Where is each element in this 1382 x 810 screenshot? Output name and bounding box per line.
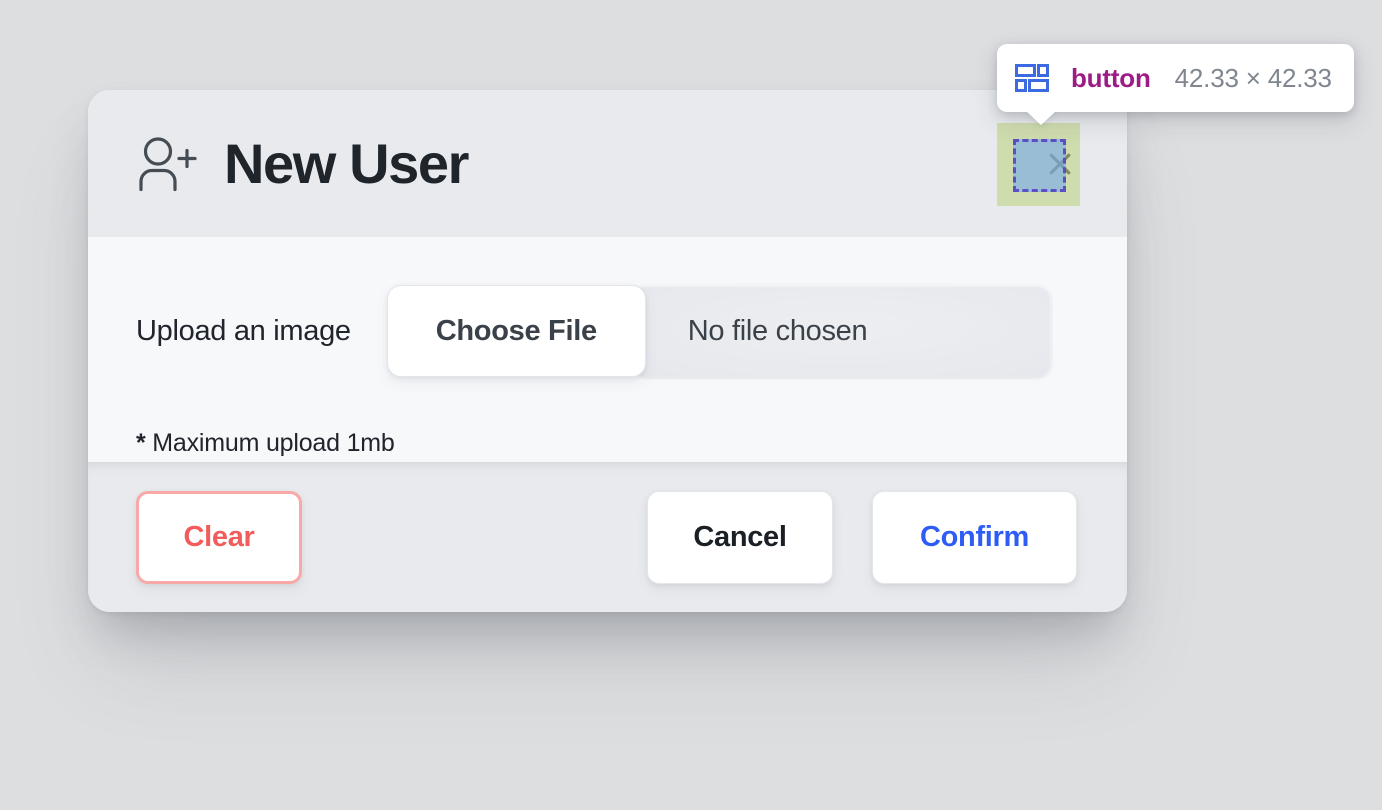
cancel-button[interactable]: Cancel	[647, 490, 833, 584]
upload-note-asterisk: *	[136, 429, 146, 457]
upload-note-text: Maximum upload 1mb	[145, 429, 395, 457]
clear-button[interactable]: Clear	[136, 490, 302, 584]
modal-header: New User	[88, 90, 1127, 237]
user-plus-icon	[139, 136, 197, 191]
close-button[interactable]	[1039, 143, 1081, 185]
new-user-modal: New User Upload an image Choose File No …	[88, 90, 1127, 612]
file-name-display: No file chosen	[631, 285, 1051, 377]
modal-body: Upload an image Choose File No file chos…	[88, 237, 1127, 462]
inspector-element-dimensions: 42.33 × 42.33	[1174, 62, 1332, 93]
blocks-icon	[1015, 64, 1049, 92]
upload-row: Upload an image Choose File No file chos…	[136, 285, 1079, 377]
upload-label: Upload an image	[136, 314, 351, 347]
inspector-element-tag: button	[1071, 62, 1151, 93]
choose-file-button[interactable]: Choose File	[386, 285, 646, 377]
file-input-control[interactable]: Choose File No file chosen	[386, 285, 1051, 377]
confirm-button[interactable]: Confirm	[872, 490, 1077, 584]
inspector-tooltip: button 42.33 × 42.33	[997, 44, 1354, 112]
page-title: New User	[224, 131, 469, 195]
upload-note: * Maximum upload 1mb	[136, 429, 1079, 458]
close-icon	[1049, 153, 1071, 174]
modal-footer: Clear Cancel Confirm	[88, 462, 1127, 612]
